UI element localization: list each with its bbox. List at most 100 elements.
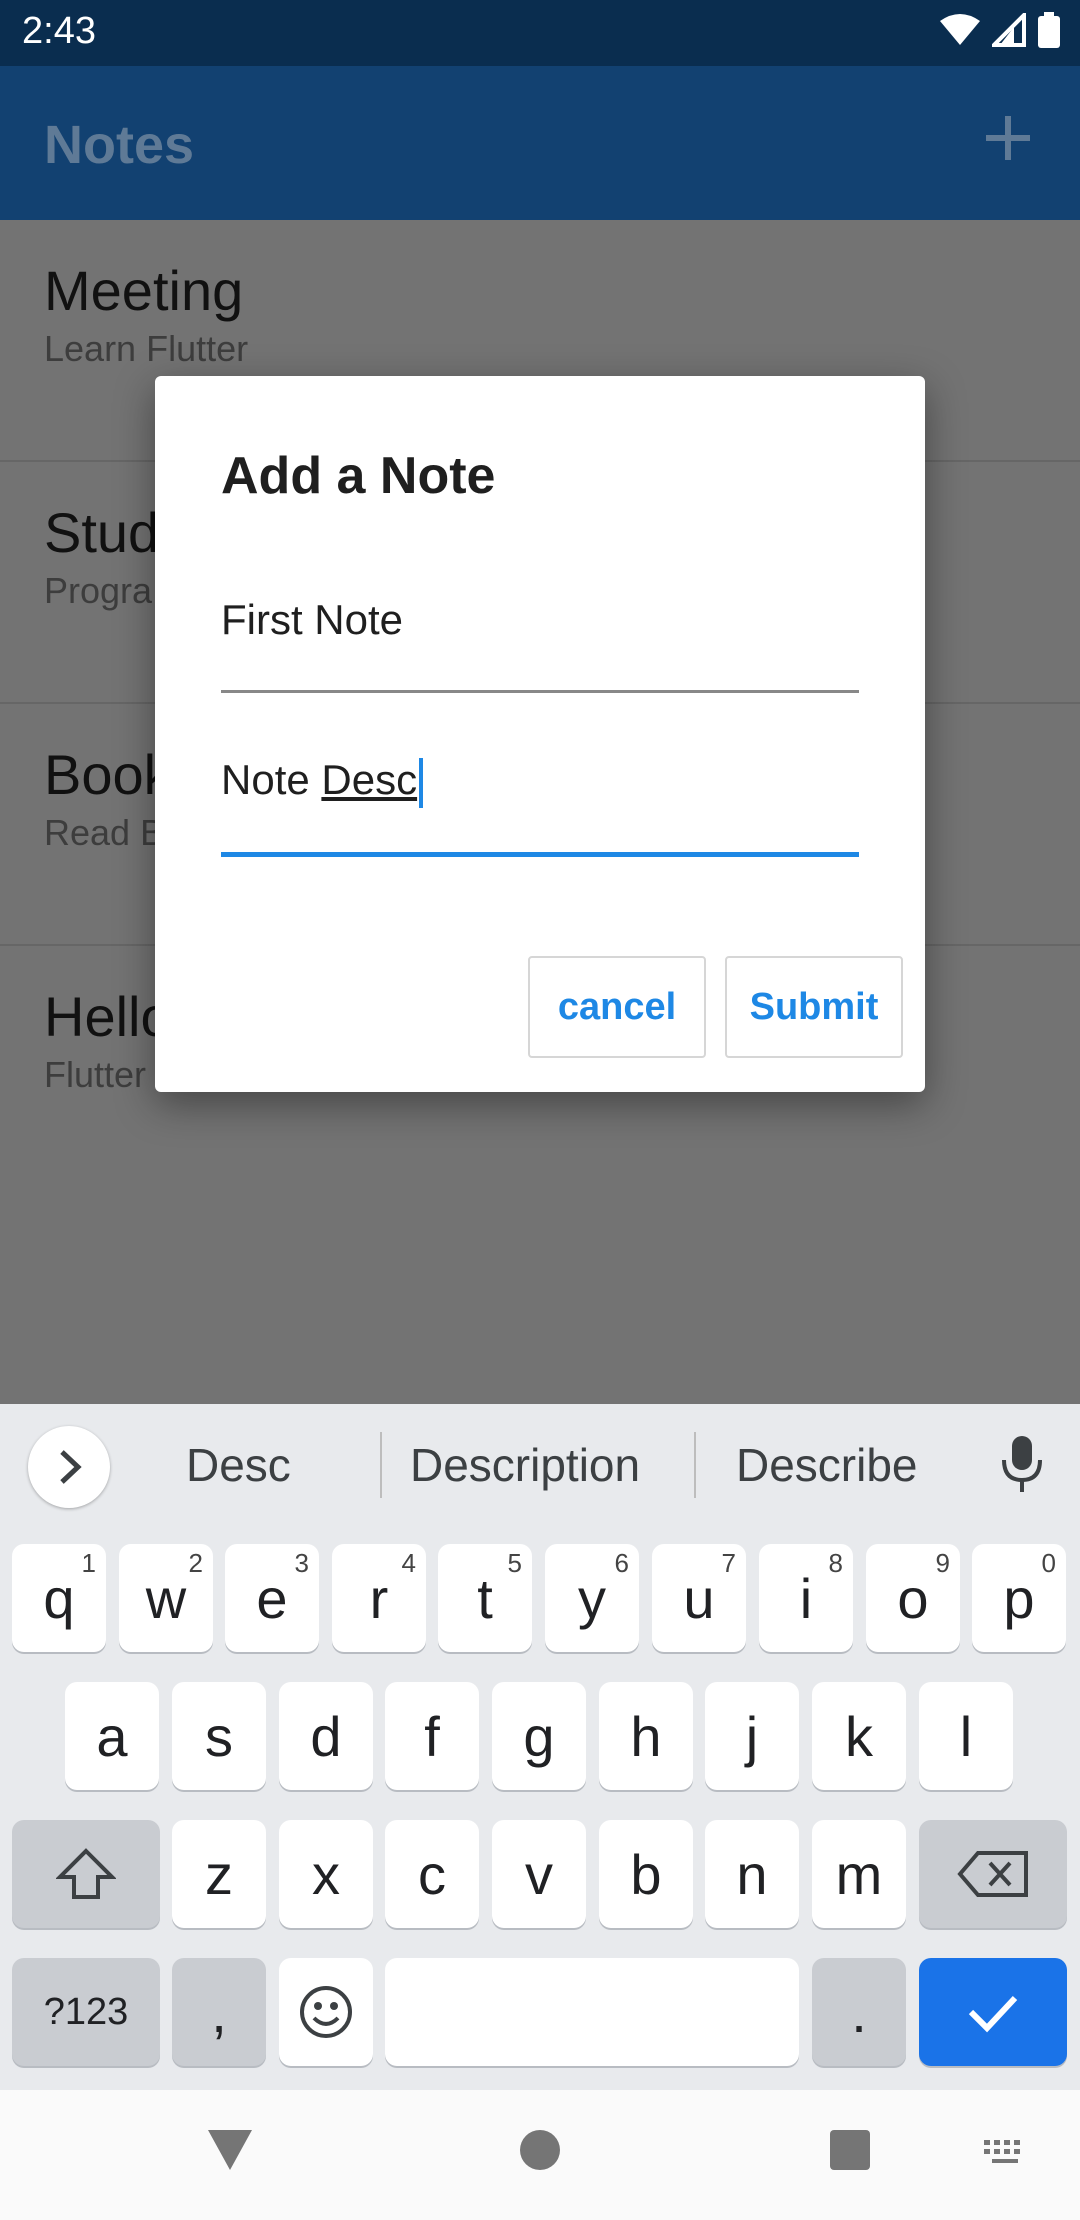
note-subtitle: Flutter: [44, 1054, 147, 1095]
key-label: y: [578, 1566, 606, 1630]
app-title: Notes: [44, 115, 195, 175]
text-caret: [419, 757, 424, 808]
signal-icon: [992, 13, 1026, 47]
key-t[interactable]: t5: [438, 1544, 532, 1652]
key-m[interactable]: m: [812, 1820, 906, 1928]
add-note-dialog: Add a Note First Note Note Desc cancel S…: [155, 376, 925, 1092]
key-hint: 2: [188, 1548, 203, 1578]
key-hint: 1: [81, 1548, 96, 1578]
title-field-value: First Note: [221, 596, 404, 643]
note-subtitle: Read B: [44, 812, 165, 853]
status-bar: 2:43: [0, 0, 1080, 66]
key-l[interactable]: l: [919, 1682, 1013, 1790]
key-j[interactable]: j: [705, 1682, 799, 1790]
shift-key[interactable]: [12, 1820, 160, 1928]
recents-icon[interactable]: [828, 2128, 872, 2172]
description-prefix: Note: [221, 756, 322, 803]
key-hint: 6: [614, 1548, 629, 1578]
status-icons: [940, 12, 1060, 48]
suggestion-divider: [694, 1432, 696, 1498]
note-title: Book: [44, 743, 172, 806]
title-field[interactable]: First Note: [221, 596, 859, 696]
note-title: Hello: [44, 985, 172, 1048]
microphone-icon[interactable]: [1000, 1434, 1044, 1494]
title-field-underline: [221, 690, 859, 693]
key-n[interactable]: n: [705, 1820, 799, 1928]
status-time: 2:43: [22, 10, 96, 52]
note-subtitle: Progra: [44, 570, 153, 611]
keyboard-switch-icon[interactable]: [982, 2138, 1028, 2168]
key-g[interactable]: g: [492, 1682, 586, 1790]
expand-toolbar-button[interactable]: [28, 1426, 110, 1508]
key-label: o: [897, 1566, 929, 1630]
shift-icon: [56, 1848, 116, 1899]
key-hint: 4: [401, 1548, 416, 1578]
key-c[interactable]: c: [385, 1820, 479, 1928]
key-k[interactable]: k: [812, 1682, 906, 1790]
note-subtitle: Learn Flutter: [44, 328, 249, 369]
key-i[interactable]: i8: [759, 1544, 853, 1652]
key-x[interactable]: x: [279, 1820, 373, 1928]
enter-key[interactable]: [919, 1958, 1067, 2066]
description-field-value: Note Desc: [221, 756, 424, 808]
key-hint: 7: [721, 1548, 736, 1578]
key-v[interactable]: v: [492, 1820, 586, 1928]
description-composing-word: Desc: [321, 756, 418, 803]
suggestion[interactable]: Desc: [186, 1438, 291, 1492]
home-icon[interactable]: [518, 2128, 562, 2172]
symbols-key[interactable]: ?123: [12, 1958, 160, 2066]
back-icon[interactable]: [206, 2128, 254, 2172]
key-f[interactable]: f: [385, 1682, 479, 1790]
add-icon[interactable]: [976, 106, 1040, 170]
key-h[interactable]: h: [599, 1682, 693, 1790]
key-r[interactable]: r4: [332, 1544, 426, 1652]
wifi-icon: [940, 14, 980, 45]
description-field[interactable]: Note Desc: [221, 756, 859, 857]
suggestion[interactable]: Description: [410, 1438, 640, 1492]
battery-icon: [1038, 12, 1060, 48]
key-hint: 0: [1041, 1548, 1056, 1578]
key-label: q: [43, 1566, 75, 1630]
key-a[interactable]: a: [65, 1682, 159, 1790]
key-label: w: [145, 1566, 187, 1630]
space-key[interactable]: [385, 1958, 799, 2066]
suggestion[interactable]: Describe: [736, 1438, 918, 1492]
key-label: u: [683, 1566, 715, 1630]
key-e[interactable]: e3: [225, 1544, 319, 1652]
emoji-icon: [300, 1986, 352, 2038]
key-s[interactable]: s: [172, 1682, 266, 1790]
comma-key[interactable]: ,: [172, 1958, 266, 2066]
key-p[interactable]: p0: [972, 1544, 1066, 1652]
note-title: Meeting: [44, 259, 244, 322]
backspace-icon: [957, 1851, 1028, 1897]
key-u[interactable]: u7: [652, 1544, 746, 1652]
dialog-title: Add a Note: [221, 447, 496, 505]
key-hint: 9: [935, 1548, 950, 1578]
suggestion-divider: [380, 1432, 382, 1498]
key-w[interactable]: w2: [119, 1544, 213, 1652]
key-label: r: [369, 1566, 389, 1630]
key-label: e: [256, 1566, 288, 1630]
key-label: i: [799, 1566, 813, 1630]
key-hint: 8: [828, 1548, 843, 1578]
cancel-button[interactable]: cancel: [528, 956, 706, 1058]
navigation-bar: [0, 2090, 1080, 2220]
key-hint: 3: [294, 1548, 309, 1578]
key-label: t: [477, 1566, 493, 1630]
period-key[interactable]: .: [812, 1958, 906, 2066]
key-hint: 5: [507, 1548, 522, 1578]
key-o[interactable]: o9: [866, 1544, 960, 1652]
key-b[interactable]: b: [599, 1820, 693, 1928]
key-q[interactable]: q1: [12, 1544, 106, 1652]
emoji-key[interactable]: [279, 1958, 373, 2066]
submit-button[interactable]: Submit: [725, 956, 903, 1058]
app-bar: Notes: [0, 66, 1080, 220]
soft-keyboard: Desc Description Describe q1 w2 e3 r4 t5…: [0, 1404, 1080, 2090]
backspace-key[interactable]: [919, 1820, 1067, 1928]
chevron-right-icon: [60, 1450, 82, 1484]
key-z[interactable]: z: [172, 1820, 266, 1928]
key-y[interactable]: y6: [545, 1544, 639, 1652]
note-title: Stud: [44, 501, 160, 564]
suggestion-strip: Desc Description Describe: [0, 1404, 1080, 1528]
key-d[interactable]: d: [279, 1682, 373, 1790]
